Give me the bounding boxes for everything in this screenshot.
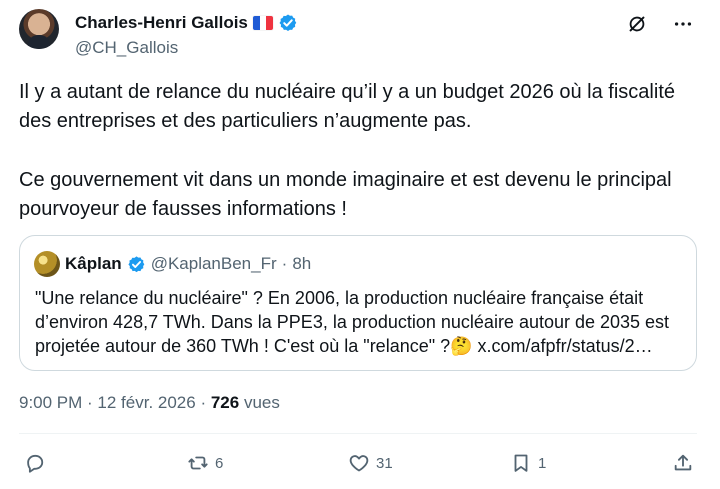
post-timestamp[interactable]: 9:00 PM · 12 févr. 2026 ·	[19, 393, 206, 412]
share-icon	[674, 454, 692, 471]
post-top-actions	[625, 12, 695, 36]
quoted-author-handle[interactable]: @KaplanBen_Fr	[151, 254, 277, 274]
author-handle[interactable]: @CH_Gallois	[75, 38, 178, 58]
france-flag-icon	[252, 16, 273, 30]
author-header: Charles-Henri Gallois	[75, 10, 298, 36]
views-label: vues	[243, 393, 280, 412]
post-detail: Charles-Henri Gallois @CH_Gallois Il y a…	[0, 0, 720, 489]
grok-icon[interactable]	[625, 12, 649, 36]
post-text: Il y a autant de relance du nucléaire qu…	[19, 78, 679, 254]
author-name[interactable]: Charles-Henri Gallois	[75, 13, 248, 33]
post-paragraph: Il y a autant de relance du nucléaire qu…	[19, 81, 675, 132]
quoted-post-time[interactable]: 8h	[292, 254, 311, 274]
heart-icon	[349, 455, 369, 472]
repost-icon	[188, 456, 208, 470]
bookmark-button[interactable]: 1	[510, 452, 546, 474]
post-action-bar: 6 31 1	[24, 452, 698, 480]
quoted-post-text: "Une relance du nucléaire" ? En 2006, la…	[35, 288, 670, 356]
post-paragraph: Ce gouvernement vit dans un monde imagin…	[19, 169, 672, 220]
share-button[interactable]	[672, 452, 694, 474]
like-button[interactable]: 31	[348, 452, 393, 474]
more-options-icon[interactable]	[671, 12, 695, 36]
verified-badge-icon	[279, 14, 297, 31]
quoted-author-header: Kâplan @KaplanBen_Fr · 8h	[34, 251, 311, 277]
reply-button[interactable]	[24, 452, 52, 474]
meta-separator: ·	[281, 254, 288, 273]
actions-divider	[19, 433, 697, 434]
verified-badge-icon	[128, 255, 145, 272]
repost-button[interactable]: 6	[187, 452, 223, 474]
repost-count: 6	[215, 454, 224, 472]
bookmark-count: 1	[538, 454, 547, 472]
like-count: 31	[376, 454, 393, 472]
author-avatar[interactable]	[19, 9, 59, 49]
quoted-author-avatar[interactable]	[34, 251, 60, 277]
post-metadata: 9:00 PM · 12 févr. 2026 · 726 vues	[19, 393, 280, 413]
reply-icon	[27, 454, 44, 473]
quoted-author-name[interactable]: Kâplan	[65, 254, 122, 274]
bookmark-icon	[514, 454, 528, 472]
view-count: 726	[210, 393, 240, 412]
quoted-post[interactable]: Kâplan @KaplanBen_Fr · 8h "Une relance d…	[19, 235, 697, 371]
